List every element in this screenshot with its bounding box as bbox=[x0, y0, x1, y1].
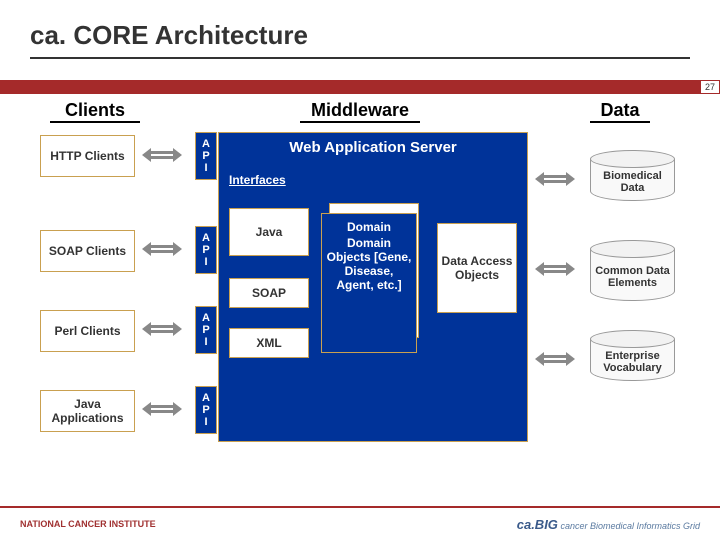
was-title: Web Application Server bbox=[219, 133, 527, 166]
footer-right-logo: ca.BIG cancer Biomedical Informatics Gri… bbox=[517, 517, 700, 532]
pagenum-bar: 27 bbox=[0, 80, 720, 94]
domain-heading: Domain bbox=[326, 220, 412, 234]
bi-arrow-icon bbox=[142, 402, 182, 416]
bi-arrow-icon bbox=[142, 148, 182, 162]
column-header-middleware: Middleware bbox=[300, 100, 420, 123]
bi-arrow-icon bbox=[142, 242, 182, 256]
slide: ca. CORE Architecture 27 Clients Middlew… bbox=[0, 0, 720, 540]
bi-arrow-icon bbox=[142, 322, 182, 336]
interface-java: Java bbox=[229, 208, 309, 256]
client-perl: Perl Clients bbox=[40, 310, 135, 352]
column-header-data: Data bbox=[590, 100, 650, 123]
api-label: API bbox=[195, 132, 217, 180]
cylinder-enterprise-vocab: Enterprise Vocabulary bbox=[590, 330, 675, 381]
bi-arrow-icon bbox=[535, 262, 575, 276]
page-number: 27 bbox=[700, 80, 720, 94]
client-java: Java Applications bbox=[40, 390, 135, 432]
cylinder-icon bbox=[590, 150, 675, 168]
slide-title: ca. CORE Architecture bbox=[30, 20, 690, 59]
footer-subtitle: cancer Biomedical Informatics Grid bbox=[560, 521, 700, 531]
footer-brand: ca.BIG bbox=[517, 517, 558, 532]
api-label: API bbox=[195, 306, 217, 354]
client-soap: SOAP Clients bbox=[40, 230, 135, 272]
footer-left-logo: NATIONAL CANCER INSTITUTE bbox=[20, 519, 156, 529]
domain-body: Domain Objects [Gene, Disease, Agent, et… bbox=[326, 236, 412, 292]
api-label: API bbox=[195, 386, 217, 434]
data-access-objects: Data Access Objects bbox=[437, 223, 517, 313]
domain-objects: Domain Domain Objects [Gene, Disease, Ag… bbox=[321, 213, 417, 353]
api-label: API bbox=[195, 226, 217, 274]
interfaces-label: Interfaces bbox=[229, 173, 286, 187]
architecture-diagram: Clients Middleware Data HTTP Clients SOA… bbox=[30, 100, 690, 480]
bi-arrow-icon bbox=[535, 352, 575, 366]
web-app-server: Web Application Server Interfaces Java S… bbox=[218, 132, 528, 442]
cylinder-icon bbox=[590, 240, 675, 258]
interface-soap: SOAP bbox=[229, 278, 309, 308]
cylinder-icon bbox=[590, 330, 675, 348]
footer: NATIONAL CANCER INSTITUTE ca.BIG cancer … bbox=[0, 506, 720, 540]
cylinder-common-data-elements: Common Data Elements bbox=[590, 240, 675, 301]
column-header-clients: Clients bbox=[50, 100, 140, 123]
cylinder-biomedical-data: Biomedical Data bbox=[590, 150, 675, 201]
client-http: HTTP Clients bbox=[40, 135, 135, 177]
interface-xml: XML bbox=[229, 328, 309, 358]
bi-arrow-icon bbox=[535, 172, 575, 186]
